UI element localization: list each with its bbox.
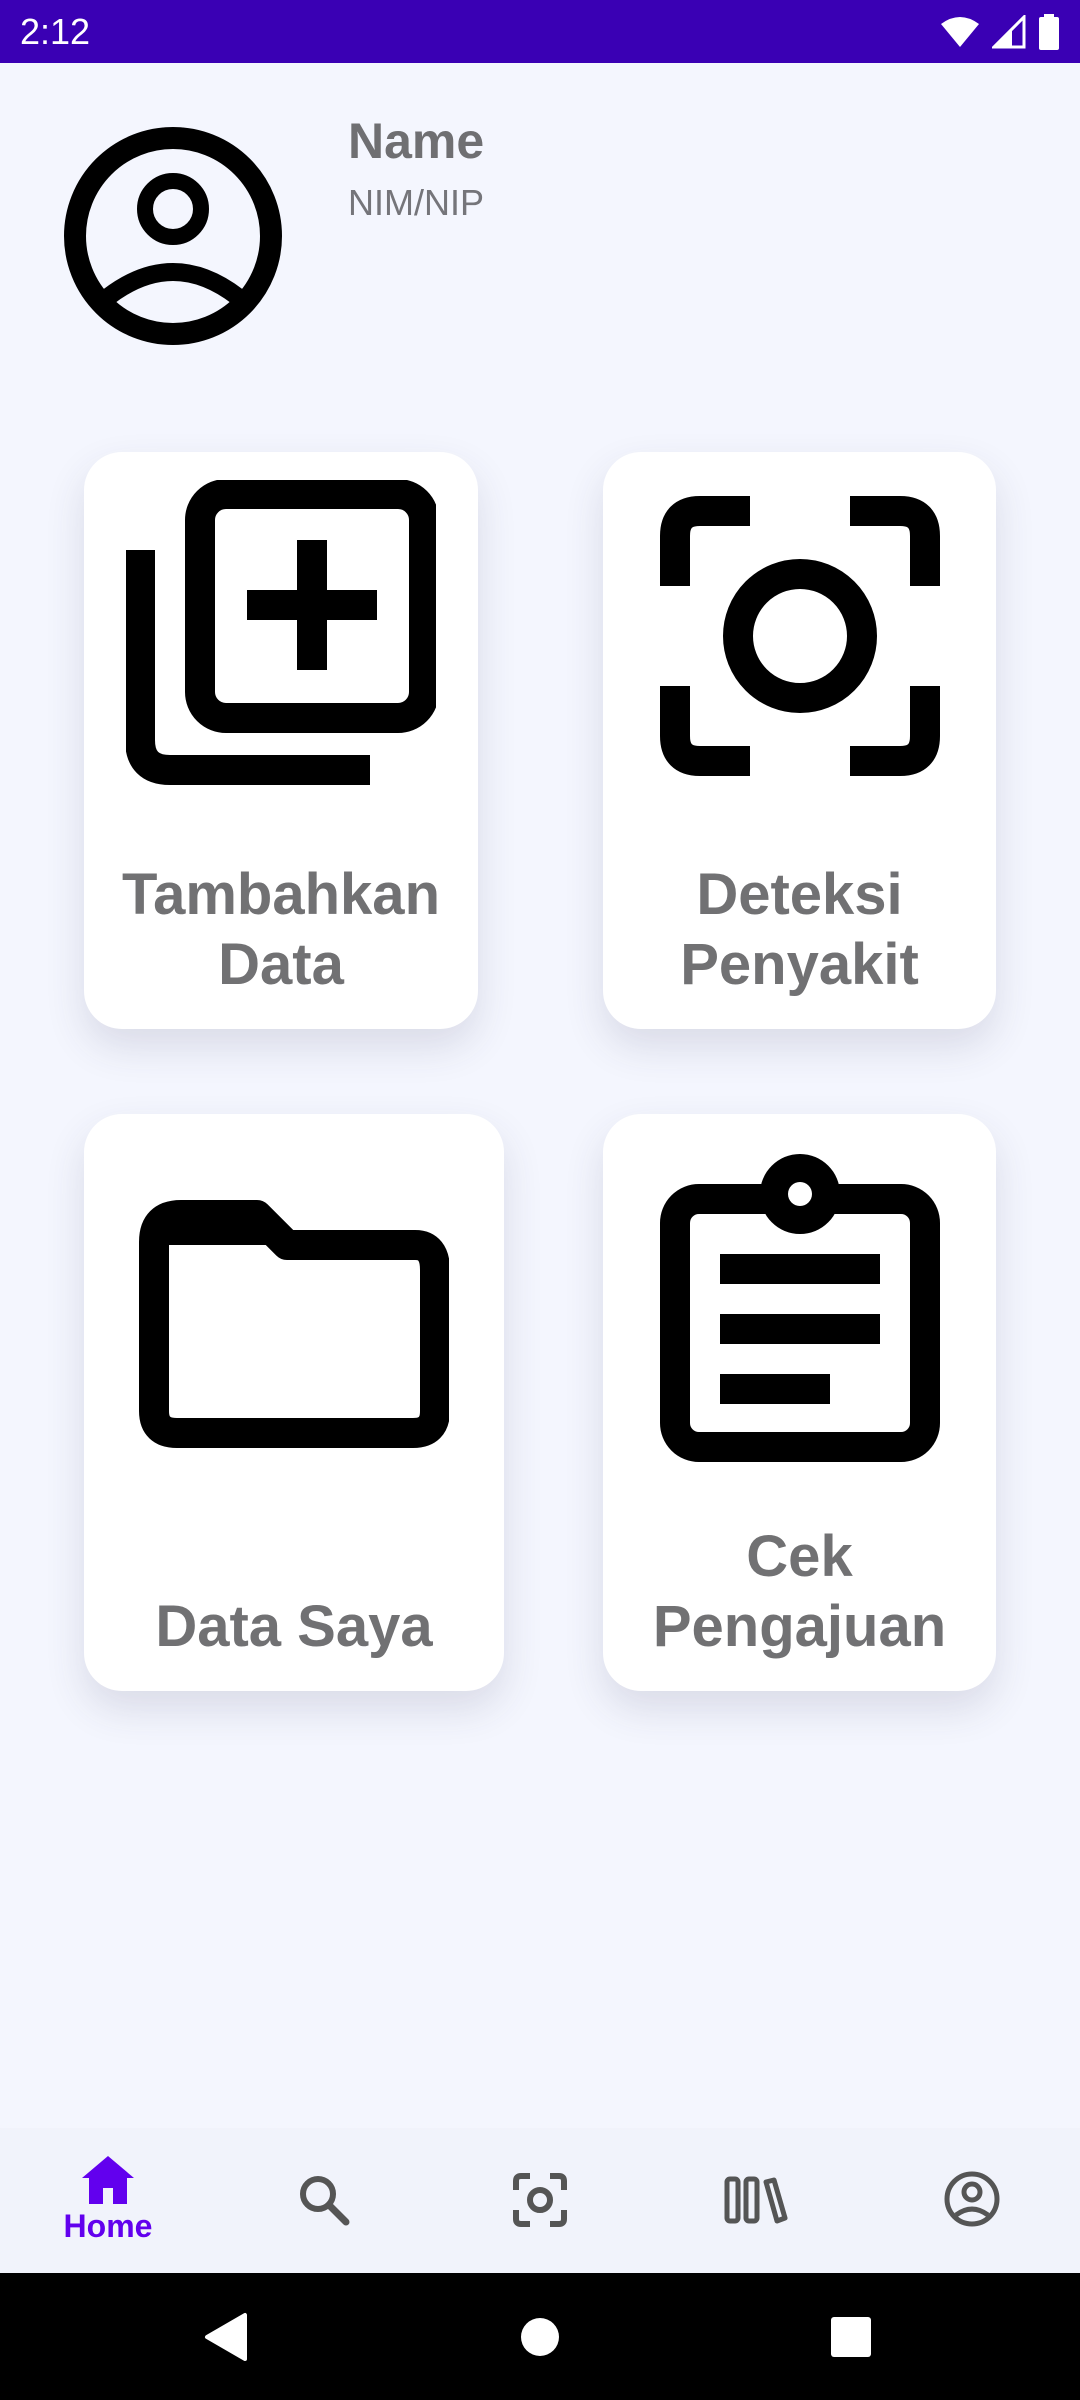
wifi-icon — [941, 17, 979, 47]
add-data-card[interactable]: Tambahkan Data — [84, 452, 478, 1029]
status-bar: 2:12 — [0, 0, 1080, 63]
profile-id: NIM/NIP — [348, 182, 485, 223]
battery-icon — [1039, 14, 1059, 50]
card-label-line1: Tambahkan — [121, 862, 440, 927]
home-icon — [82, 2156, 134, 2204]
search-icon — [300, 2176, 350, 2226]
card-label-line2: Pengajuan — [652, 1594, 947, 1659]
nav-item-profile[interactable] — [864, 2128, 1080, 2273]
nav-label-home: Home — [63, 2208, 153, 2244]
bottom-navigation: Home — [0, 2128, 1080, 2273]
card-label-line2: Data — [218, 932, 344, 997]
nav-item-detect[interactable] — [432, 2128, 648, 2273]
library-icon — [724, 2176, 788, 2224]
home-screen: 2:12 Name NIM/NIP Tambahkan Data Deteksi… — [0, 0, 1080, 2400]
system-recents-button[interactable] — [815, 2301, 887, 2373]
home-circle-icon — [521, 2318, 559, 2356]
detect-disease-card[interactable]: Deteksi Penyakit — [603, 452, 996, 1029]
add-to-library-icon — [126, 480, 436, 785]
system-back-button[interactable] — [190, 2301, 262, 2373]
account-circle-icon — [944, 2171, 1000, 2227]
cell-signal-icon — [992, 15, 1026, 49]
recents-icon — [831, 2317, 871, 2357]
check-submission-card[interactable]: Cek Pengajuan — [603, 1114, 996, 1691]
card-label-line1: Data Saya — [155, 1594, 433, 1659]
clipboard-icon — [659, 1154, 940, 1462]
account-circle-icon[interactable] — [62, 125, 284, 347]
back-icon — [205, 2313, 247, 2361]
system-navigation-bar — [0, 2273, 1080, 2400]
camera-focus-icon — [659, 496, 940, 776]
nav-item-library[interactable] — [648, 2128, 864, 2273]
my-data-card[interactable]: Data Saya — [84, 1114, 504, 1691]
card-label-line1: Deteksi — [696, 862, 903, 927]
profile-name: Name — [348, 113, 485, 169]
status-time: 2:12 — [20, 11, 91, 52]
nav-item-home[interactable]: Home — [0, 2128, 216, 2273]
system-home-button[interactable] — [504, 2301, 576, 2373]
nav-item-search[interactable] — [216, 2128, 432, 2273]
folder-icon — [139, 1200, 449, 1448]
status-icons — [940, 12, 1060, 52]
card-label-line2: Penyakit — [680, 932, 919, 997]
card-label-line1: Cek — [746, 1524, 853, 1589]
camera-focus-icon — [513, 2173, 567, 2227]
